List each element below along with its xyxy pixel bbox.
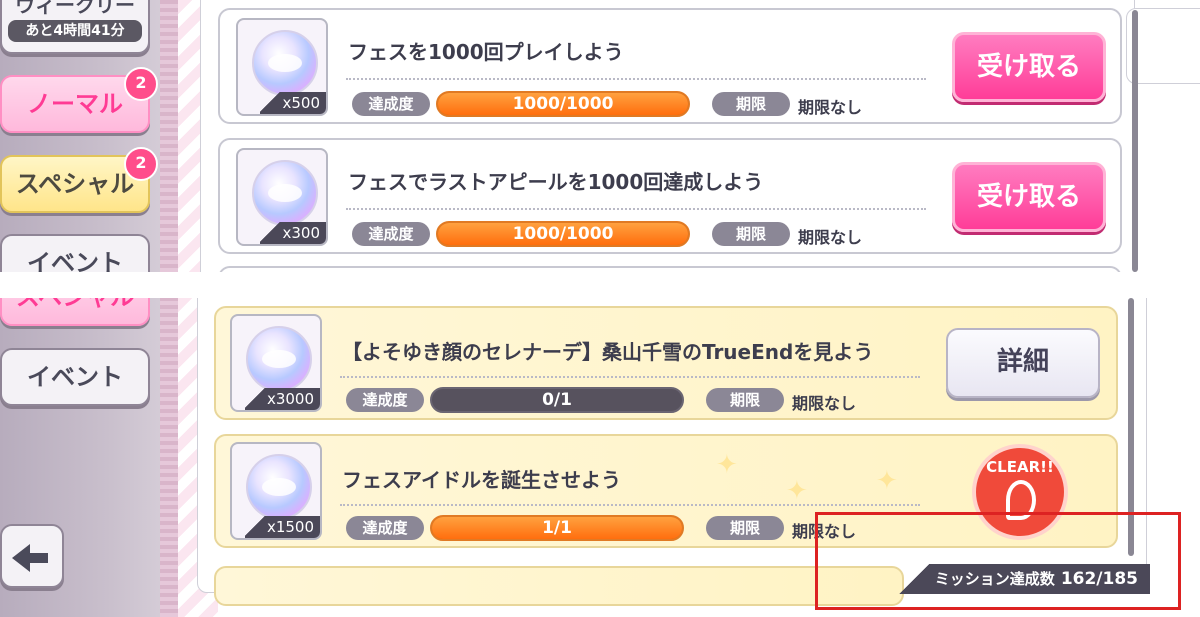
receive-button[interactable]: 受け取る <box>952 162 1106 232</box>
sidebar-edge <box>160 298 178 617</box>
receive-button[interactable]: 受け取る <box>952 32 1106 102</box>
mission-title: フェスを1000回プレイしよう <box>348 40 624 64</box>
tab-event-label: イベント <box>27 249 123 272</box>
divider <box>340 504 920 506</box>
sparkle-icon: ✦ <box>876 466 898 496</box>
reward-item: x500 <box>236 18 328 116</box>
divider <box>346 78 926 80</box>
notification-badge: 2 <box>124 67 158 101</box>
sparkle-icon: ✦ <box>716 450 738 480</box>
reward-item: x1500 <box>230 442 322 540</box>
reward-item: x300 <box>236 148 328 246</box>
mission-card: x300 フェスでラストアピールを1000回達成しよう 達成度 1000/100… <box>218 138 1122 254</box>
reward-quantity: x300 <box>260 222 326 244</box>
progress-bar: 1000/1000 <box>436 91 690 117</box>
notification-badge: 2 <box>124 147 158 181</box>
progress-label: 達成度 <box>346 388 424 412</box>
clear-stamp-text: CLEAR!! <box>986 458 1054 476</box>
arrow-left-icon <box>12 544 48 572</box>
back-button[interactable] <box>0 524 64 588</box>
tab-special[interactable]: スペシャル 2 <box>0 147 158 213</box>
tab-event-label: イベント <box>27 363 123 391</box>
top-screenshot: ウィークリー あと4時間41分 ノーマル 2 スペシャル 2 イベント x500… <box>0 0 1200 272</box>
divider <box>346 208 926 210</box>
mission-title: フェスでラストアピールを1000回達成しよう <box>348 170 764 194</box>
deadline-label: 期限 <box>706 516 784 540</box>
tab-event[interactable]: イベント <box>0 348 150 406</box>
tab-weekly-label: ウィークリー <box>15 0 135 17</box>
reward-quantity: x1500 <box>244 516 320 538</box>
tab-event[interactable]: イベント <box>0 234 150 272</box>
progress-bar: 1000/1000 <box>436 221 690 247</box>
deadline-value: 期限なし <box>798 228 863 247</box>
progress-label: 達成度 <box>352 92 430 116</box>
highlight-annotation <box>815 512 1181 610</box>
mission-card: x500 フェスを1000回プレイしよう 達成度 1000/1000 期限 期限… <box>218 8 1122 124</box>
sparkle-icon: ✦ <box>786 476 808 506</box>
mission-title: 【よそゆき顔のセレナーデ】桑山千雪のTrueEndを見よう <box>342 340 874 364</box>
jewel-icon <box>252 160 318 226</box>
divider <box>340 376 920 378</box>
tab-weekly[interactable]: ウィークリー あと4時間41分 <box>0 0 150 54</box>
deadline-label: 期限 <box>712 222 790 246</box>
mission-card-partial <box>218 266 1122 272</box>
deadline-value: 期限なし <box>792 394 857 413</box>
progress-label: 達成度 <box>352 222 430 246</box>
sidebar-edge <box>160 0 178 272</box>
mission-card-partial <box>214 566 904 606</box>
tab-special-label: スペシャル <box>16 298 134 311</box>
deadline-value: 期限なし <box>798 98 863 117</box>
progress-label: 達成度 <box>346 516 424 540</box>
progress-value: 1000/1000 <box>512 94 614 114</box>
progress-value: 0/1 <box>542 390 572 410</box>
progress-bar: 1/1 <box>430 515 684 541</box>
jewel-icon <box>252 30 318 96</box>
jewel-icon <box>246 454 312 520</box>
progress-value: 1/1 <box>542 518 572 538</box>
detail-button[interactable]: 詳細 <box>946 328 1100 398</box>
mission-title: フェスアイドルを誕生させよう <box>342 468 621 492</box>
jewel-icon <box>246 326 312 392</box>
deadline-label: 期限 <box>712 92 790 116</box>
reward-quantity: x3000 <box>244 388 320 410</box>
progress-value: 1000/1000 <box>512 224 614 244</box>
reward-item: x3000 <box>230 314 322 412</box>
mission-card: x3000 【よそゆき顔のセレナーデ】桑山千雪のTrueEndを見よう 達成度 … <box>214 306 1118 420</box>
tab-special[interactable]: スペシャル <box>0 298 150 326</box>
reward-quantity: x500 <box>260 92 326 114</box>
scrollbar[interactable] <box>1132 10 1138 272</box>
tab-special-label: スペシャル <box>15 170 135 198</box>
deadline-label: 期限 <box>706 388 784 412</box>
tab-normal[interactable]: ノーマル 2 <box>0 67 158 133</box>
progress-bar: 0/1 <box>430 387 684 413</box>
weekly-timer: あと4時間41分 <box>8 20 142 42</box>
tab-normal-label: ノーマル <box>27 90 123 118</box>
